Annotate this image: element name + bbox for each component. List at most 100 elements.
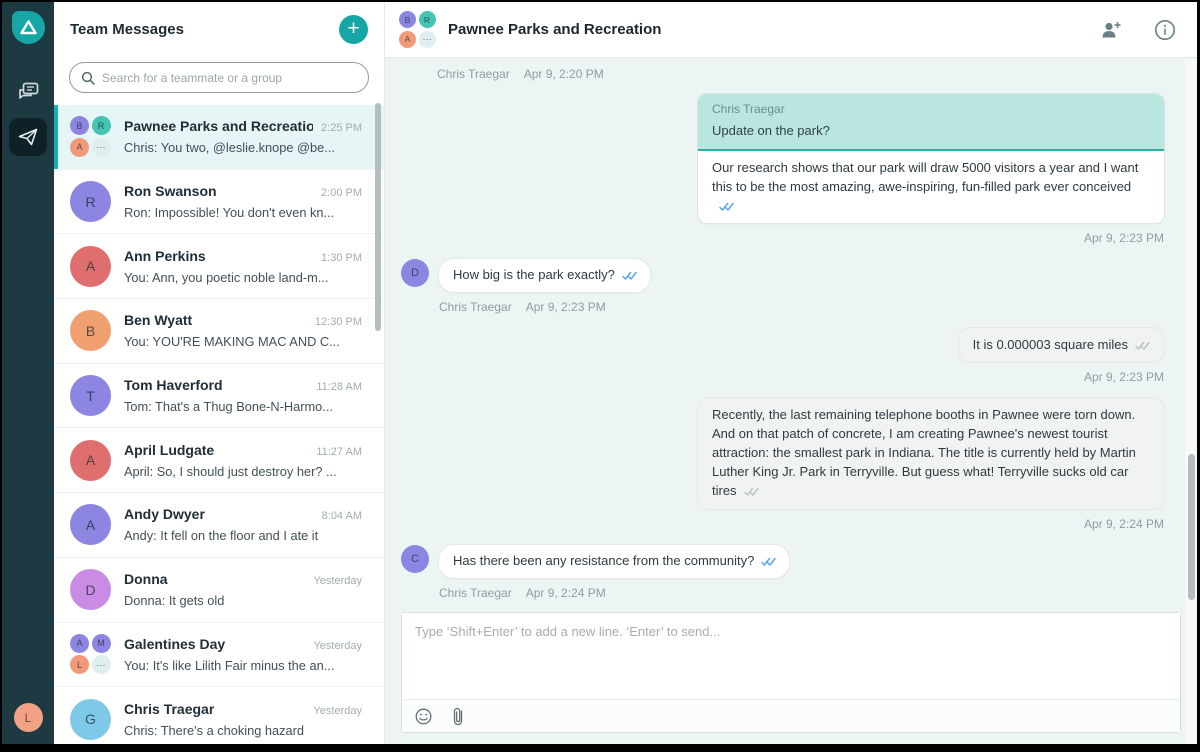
- conversation-info-button[interactable]: [1153, 18, 1177, 42]
- chat-title: Pawnee Parks and Recreation: [448, 21, 662, 38]
- message-input[interactable]: [402, 613, 1180, 699]
- outgoing-message: It is 0.000003 square miles Apr 9, 2:23 P…: [957, 326, 1165, 398]
- message-text-content: It is 0.000003 square miles: [972, 336, 1128, 352]
- conversation-time: 1:30 PM: [321, 251, 362, 264]
- chat-header: B R A ··· Pawnee Parks and Recreation: [385, 2, 1197, 58]
- cluster-avatar-B: B: [70, 116, 89, 136]
- message-meta: Chris Traegar Apr 9, 2:24 PM: [439, 586, 1165, 600]
- conversation-avatar: A: [70, 245, 111, 287]
- conversation-name: Ann Perkins: [124, 247, 206, 264]
- message-text-content: Our research shows that our park will dr…: [712, 160, 1139, 195]
- message-bubble[interactable]: It is 0.000003 square miles: [957, 326, 1165, 364]
- conversation-avatar: R: [70, 181, 111, 223]
- message-bubble[interactable]: Has there been any resistance from the c…: [438, 543, 791, 579]
- search-container: [54, 56, 384, 105]
- attach-file-button[interactable]: [448, 706, 468, 726]
- conversation-item[interactable]: G Chris Traegar Yesterday Chris: There's a …: [54, 687, 384, 744]
- cluster-avatar-A: A: [70, 137, 89, 157]
- conversation-top-row: Ann Perkins 1:30 PM: [124, 248, 362, 264]
- message-time: Apr 9, 2:23 PM: [525, 299, 606, 314]
- sender-name: Chris Traegar: [439, 585, 512, 600]
- conversation-item[interactable]: A Ann Perkins 1:30 PM You: Ann, you poetic …: [54, 234, 384, 300]
- new-conversation-button[interactable]: +: [339, 14, 368, 44]
- message-time: Apr 9, 2:20 PM: [523, 67, 604, 81]
- conversation-info: Ann Perkins 1:30 PM You: Ann, you poetic n…: [124, 248, 362, 285]
- conversation-list-scrollbar[interactable]: [375, 103, 381, 331]
- chat-application-window: L Team Messages + BRA···Pawnee Parks and…: [0, 0, 1200, 752]
- conversation-preview: Ron: Impossible! You don't even kn...: [124, 205, 335, 221]
- conversation-preview: You: YOU'RE MAKING MAC AND C...: [124, 334, 340, 350]
- add-member-button[interactable]: [1099, 18, 1123, 42]
- message-history[interactable]: Chris Traegar Apr 9, 2:20 PM Chris Traega…: [385, 58, 1197, 612]
- conversation-time: 2:00 PM: [321, 187, 362, 200]
- nav-chats-button[interactable]: [9, 72, 47, 110]
- conversation-info: Andy Dwyer 8:04 AM Andy: It fell on the fl…: [124, 506, 362, 543]
- message-text-content: Has there been any resistance from the c…: [453, 552, 755, 568]
- sender-name: Chris Traegar: [439, 299, 512, 314]
- conversation-item[interactable]: B R A ··· Pawnee Parks and Recreation 2:25 PM…: [54, 105, 384, 170]
- conversation-preview: You: Ann, you poetic noble land-m...: [124, 269, 329, 285]
- message-time: Apr 9, 2:23 PM: [1083, 370, 1164, 385]
- delivery-checkmarks-icon: [1135, 341, 1150, 350]
- conversations-panel: Team Messages + BRA···Pawnee Parks and R…: [54, 2, 385, 744]
- conversation-avatar: G: [70, 698, 111, 740]
- emoji-picker-button[interactable]: [413, 706, 433, 726]
- cluster-avatar-···: ···: [91, 137, 111, 157]
- conversation-top-row: Donna Yesterday: [124, 571, 362, 587]
- info-icon: [1155, 19, 1175, 40]
- conversation-item[interactable]: T Tom Haverford 11:28 AM Tom: That's a Thug…: [54, 363, 384, 429]
- chat-bubbles-icon: [18, 82, 38, 99]
- conversation-time: 8:04 AM: [321, 510, 362, 523]
- conversation-name: Ron Swanson: [124, 183, 217, 200]
- conversation-item[interactable]: R Ron Swanson 2:00 PM Ron: Impossible! You …: [54, 169, 384, 235]
- conversation-item[interactable]: A April Ludgate 11:27 AM April: So, I shoul…: [54, 428, 384, 494]
- sender-name: Chris Traegar: [437, 67, 510, 81]
- conversation-top-row: April Ludgate 11:27 AM: [124, 442, 362, 458]
- cluster-avatar-···: ···: [91, 655, 111, 675]
- message-bubble[interactable]: Recently, the last remaining telephone b…: [697, 397, 1165, 510]
- paper-plane-icon: [18, 128, 38, 146]
- incoming-message: D How big is the park exactly?: [401, 257, 1165, 293]
- emoji-icon: [415, 708, 431, 724]
- message-bubble-with-quote[interactable]: Chris Traegar Update on the park? Our rese…: [697, 93, 1165, 224]
- chat-scrollbar[interactable]: [1188, 454, 1195, 600]
- message-bubble[interactable]: How big is the park exactly?: [438, 257, 651, 293]
- conversation-info: Ben Wyatt 12:30 PM You: YOU'RE MAKING MAC …: [124, 312, 362, 349]
- conversation-name: Chris Traegar: [124, 700, 215, 717]
- search-input[interactable]: [102, 70, 357, 85]
- conversation-time: Yesterday: [313, 575, 362, 588]
- message-text-content: Recently, the last remaining telephone b…: [712, 407, 1136, 498]
- nav-direct-messages-button[interactable]: [9, 118, 47, 156]
- header-cluster-avatar-A: A: [399, 30, 416, 48]
- quoted-message[interactable]: Chris Traegar Update on the park?: [698, 94, 1164, 152]
- conversation-preview: April: So, I should just destroy her? ..…: [124, 463, 337, 479]
- conversation-item[interactable]: A M L ··· Galentines Day Yesterday You: It's l…: [54, 622, 384, 688]
- conversation-item[interactable]: B Ben Wyatt 12:30 PM You: YOU'RE MAKING MAC…: [54, 299, 384, 364]
- conversation-info: Pawnee Parks and Recreation 2:25 PM Chris:…: [124, 118, 362, 155]
- conversation-name: April Ludgate: [124, 441, 215, 458]
- conversation-avatar-cluster: A M L ···: [70, 633, 111, 675]
- conversation-preview: Tom: That's a Thug Bone-N-Harmo...: [124, 399, 333, 415]
- message-time: Apr 9, 2:23 PM: [1083, 230, 1164, 245]
- conversation-avatar: D: [70, 569, 111, 611]
- conversation-avatar: B: [70, 310, 111, 352]
- conversation-info: April Ludgate 11:27 AM April: So, I should…: [124, 442, 362, 479]
- logo-triangle-icon: [19, 20, 37, 35]
- conversation-item[interactable]: D Donna Yesterday Donna: It gets old: [54, 557, 384, 623]
- app-logo[interactable]: [11, 11, 45, 44]
- message-text: Our research shows that our park will dr…: [698, 151, 1164, 223]
- conversation-top-row: Galentines Day Yesterday: [124, 636, 362, 652]
- conversation-list: B R A ··· Pawnee Parks and Recreation 2:25 PM…: [54, 105, 384, 744]
- current-user-avatar[interactable]: L: [13, 703, 43, 732]
- search-box[interactable]: [69, 62, 369, 93]
- conversation-item[interactable]: A Andy Dwyer 8:04 AM Andy: It fell on the f…: [54, 493, 384, 558]
- conversation-name: Donna: [124, 571, 168, 588]
- conversation-top-row: Chris Traegar Yesterday: [124, 701, 362, 717]
- chat-scrollbar-track[interactable]: [1185, 59, 1197, 744]
- quoted-text: Update on the park?: [712, 123, 830, 139]
- conversation-info: Donna Yesterday Donna: It gets old: [124, 571, 362, 608]
- outgoing-message: Recently, the last remaining telephone b…: [697, 397, 1165, 543]
- conversation-top-row: Ron Swanson 2:00 PM: [124, 183, 362, 199]
- conversation-name: Galentines Day: [124, 635, 226, 652]
- delivery-checkmarks-icon: [622, 271, 637, 280]
